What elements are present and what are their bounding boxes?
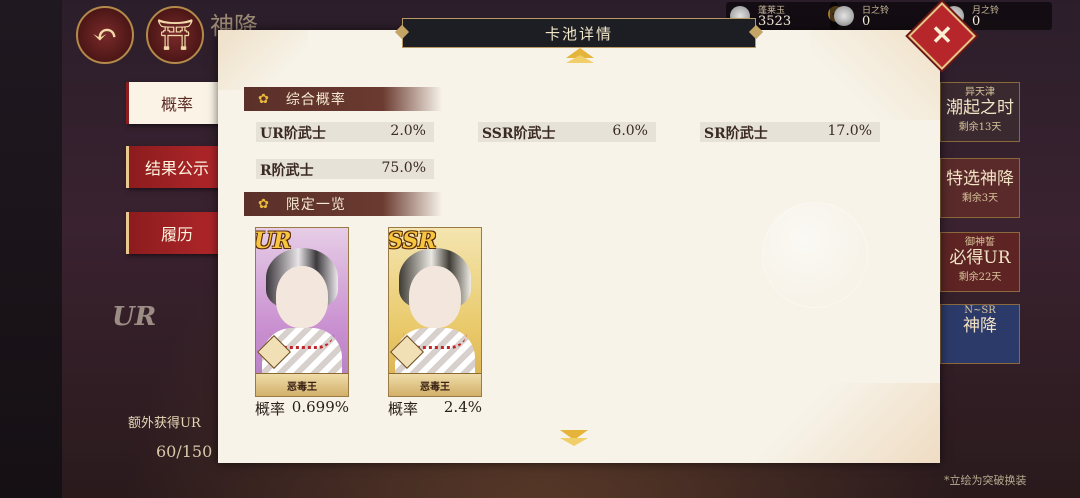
extra-gain-label: 额外获得UR (128, 416, 201, 431)
currency-value: 0 (862, 14, 871, 29)
close-x-icon: ✕ (931, 21, 953, 51)
prob-label: 概率 (388, 400, 419, 418)
tab-probability[interactable]: 概率 (126, 82, 225, 124)
rate-r: R阶武士 75.0% (256, 159, 434, 179)
banner-remain: 剩余22天 (958, 272, 1002, 283)
card-name: 恶毒王 (256, 373, 348, 396)
scroll-down-icon-inner (560, 438, 588, 446)
card-name: 恶毒王 (389, 373, 481, 396)
character-portrait (276, 266, 328, 328)
banner-name: 神降 (963, 316, 997, 336)
banner-remain: 剩余13天 (958, 122, 1002, 133)
card-ssr-akudokuo[interactable]: SSR 恶毒王 (388, 227, 482, 397)
banner-tag: 异天津 (965, 87, 995, 98)
outfit-tip: *立绘为突破换装 (944, 474, 1027, 487)
rate-sr: SR阶武士 17.0% (700, 122, 880, 142)
corner-pattern (750, 383, 940, 463)
section-title: 限定一览 (285, 197, 346, 213)
currency-value: 3523 (758, 14, 792, 29)
character-portrait (409, 266, 461, 328)
modal-title-text: 卡池详情 (544, 24, 613, 43)
shrine-home-icon: ⛩ (155, 17, 195, 53)
tab-history[interactable]: 履历 (126, 212, 225, 254)
flower-icon: ✿ (258, 91, 270, 107)
card-probability-ssr: 概率 2.4% (388, 398, 482, 418)
tab-results[interactable]: 结果公示 (126, 146, 225, 188)
card-ur-akudokuo[interactable]: UR 恶毒王 (255, 227, 349, 397)
rank-badge: SSR (388, 228, 437, 254)
section-title: 综合概率 (285, 92, 346, 108)
home-button[interactable]: ⛩ (146, 6, 204, 64)
currency-value: 0 (972, 14, 981, 29)
back-button[interactable]: ↶ (76, 6, 134, 64)
section-header-rates: ✿ 综合概率 (244, 87, 442, 111)
rate-name: SR阶武士 (704, 126, 768, 142)
prob-value: 0.699% (291, 398, 349, 416)
rate-value: 6.0% (612, 123, 648, 139)
tab-label: 概率 (160, 95, 193, 114)
rate-name: R阶武士 (260, 163, 314, 179)
ur-mark: UR (112, 302, 157, 332)
banner-n-sr[interactable]: N~SR 神降 (940, 304, 1020, 364)
banner-chaoqi[interactable]: 异天津 潮起之时 剩余13天 (940, 82, 1020, 142)
banner-special[interactable]: 特选神降 剩余3天 (940, 158, 1020, 218)
rank-badge: UR (255, 228, 292, 254)
left-dark-strip (0, 0, 62, 498)
rate-value: 75.0% (381, 160, 426, 176)
rate-ur: UR阶武士 2.0% (256, 122, 434, 142)
banner-name: 潮起之时 (946, 98, 1014, 118)
banner-tag: 御神誓 (965, 237, 995, 248)
prob-label: 概率 (255, 400, 286, 418)
rate-name: SSR阶武士 (482, 126, 556, 142)
rate-value: 2.0% (390, 123, 426, 139)
banner-remain: 剩余3天 (961, 193, 999, 204)
back-arrow-icon: ↶ (92, 17, 118, 53)
tab-label: 履历 (160, 225, 193, 244)
rate-ssr: SSR阶武士 6.0% (478, 122, 656, 142)
progress-count: 60/150 (156, 442, 213, 461)
banner-tag: N~SR (964, 305, 996, 316)
tab-label: 结果公示 (144, 159, 209, 178)
flower-icon: ✿ (258, 196, 270, 212)
banner-guaranteed-ur[interactable]: 御神誓 必得UR 剩余22天 (940, 232, 1020, 292)
prob-value: 2.4% (443, 398, 482, 416)
rate-name: UR阶武士 (260, 126, 326, 142)
modal-title: 卡池详情 (402, 18, 756, 48)
bell-icon (834, 6, 854, 26)
section-header-limited: ✿ 限定一览 (244, 192, 442, 216)
scroll-up-icon-inner (566, 55, 594, 63)
rate-value: 17.0% (827, 123, 872, 139)
banner-name: 必得UR (949, 248, 1011, 268)
light-bubble (762, 202, 868, 308)
banner-name: 特选神降 (946, 169, 1014, 189)
corner-pattern (218, 30, 308, 90)
card-probability-ur: 概率 0.699% (255, 398, 349, 418)
